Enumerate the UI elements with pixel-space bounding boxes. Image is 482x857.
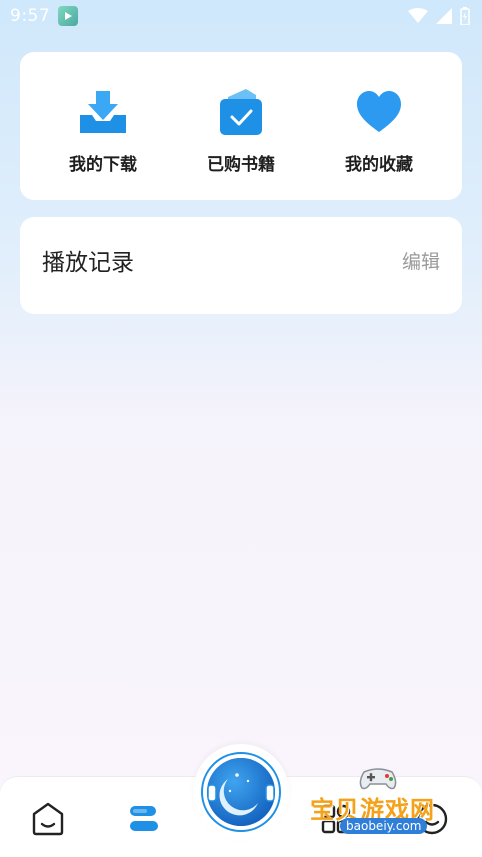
download-tray-icon: [77, 86, 129, 138]
status-right: [408, 7, 470, 25]
grid-icon: [321, 804, 351, 834]
status-left: 9:57: [10, 6, 79, 26]
my-downloads-label: 我的下载: [69, 155, 137, 175]
signal-icon: [436, 8, 452, 24]
status-time: 9:57: [10, 6, 51, 26]
heart-icon: [353, 86, 405, 138]
astronaut-moon-icon: [201, 752, 281, 832]
nav-discover[interactable]: [316, 799, 356, 839]
play-history-header: 播放记录 编辑: [42, 217, 440, 303]
nav-profile[interactable]: [412, 799, 452, 839]
edit-button[interactable]: 编辑: [402, 247, 440, 274]
battery-icon: [460, 7, 470, 25]
my-favorites-button[interactable]: 我的收藏: [319, 52, 439, 200]
app-notification-icon: [58, 6, 79, 26]
wifi-icon: [408, 8, 428, 23]
purchased-books-button[interactable]: 已购书籍: [181, 52, 301, 200]
my-downloads-button[interactable]: 我的下载: [43, 52, 163, 200]
smile-face-icon: [416, 803, 448, 835]
bookshelf-icon: [130, 806, 158, 831]
play-history-card: 播放记录 编辑: [20, 217, 462, 314]
purchased-books-label: 已购书籍: [207, 155, 275, 175]
nav-bookshelf[interactable]: [124, 799, 164, 839]
center-play-button[interactable]: [193, 744, 289, 840]
play-history-title: 播放记录: [42, 250, 134, 276]
status-bar: 9:57: [0, 0, 482, 32]
purchased-bag-check-icon: [215, 86, 267, 138]
my-favorites-label: 我的收藏: [345, 155, 413, 175]
nav-home[interactable]: [28, 799, 68, 839]
home-smile-icon: [32, 802, 64, 836]
quick-actions-card: 我的下载 已购书籍 我的收藏: [20, 52, 462, 200]
